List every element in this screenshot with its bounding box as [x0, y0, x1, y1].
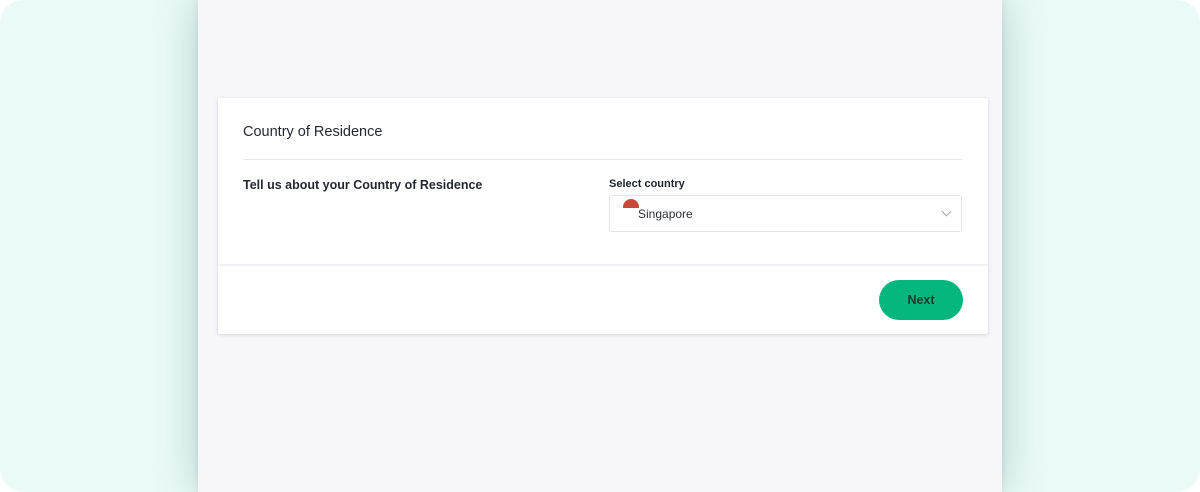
- chevron-down-icon: [941, 206, 952, 217]
- card-divider: [243, 159, 962, 160]
- country-select-value: Singapore: [638, 207, 693, 221]
- country-select[interactable]: Singapore: [609, 195, 962, 232]
- next-button[interactable]: Next: [879, 280, 963, 320]
- select-country-label: Select country: [609, 178, 685, 190]
- singapore-flag-icon: [623, 199, 639, 208]
- outer-background: Country of Residence Tell us about your …: [0, 0, 1200, 492]
- card-footer: Next: [218, 264, 988, 336]
- section-label: Tell us about your Country of Residence: [243, 178, 483, 192]
- country-of-residence-card: Country of Residence Tell us about your …: [218, 98, 988, 334]
- card-title: Country of Residence: [243, 124, 383, 140]
